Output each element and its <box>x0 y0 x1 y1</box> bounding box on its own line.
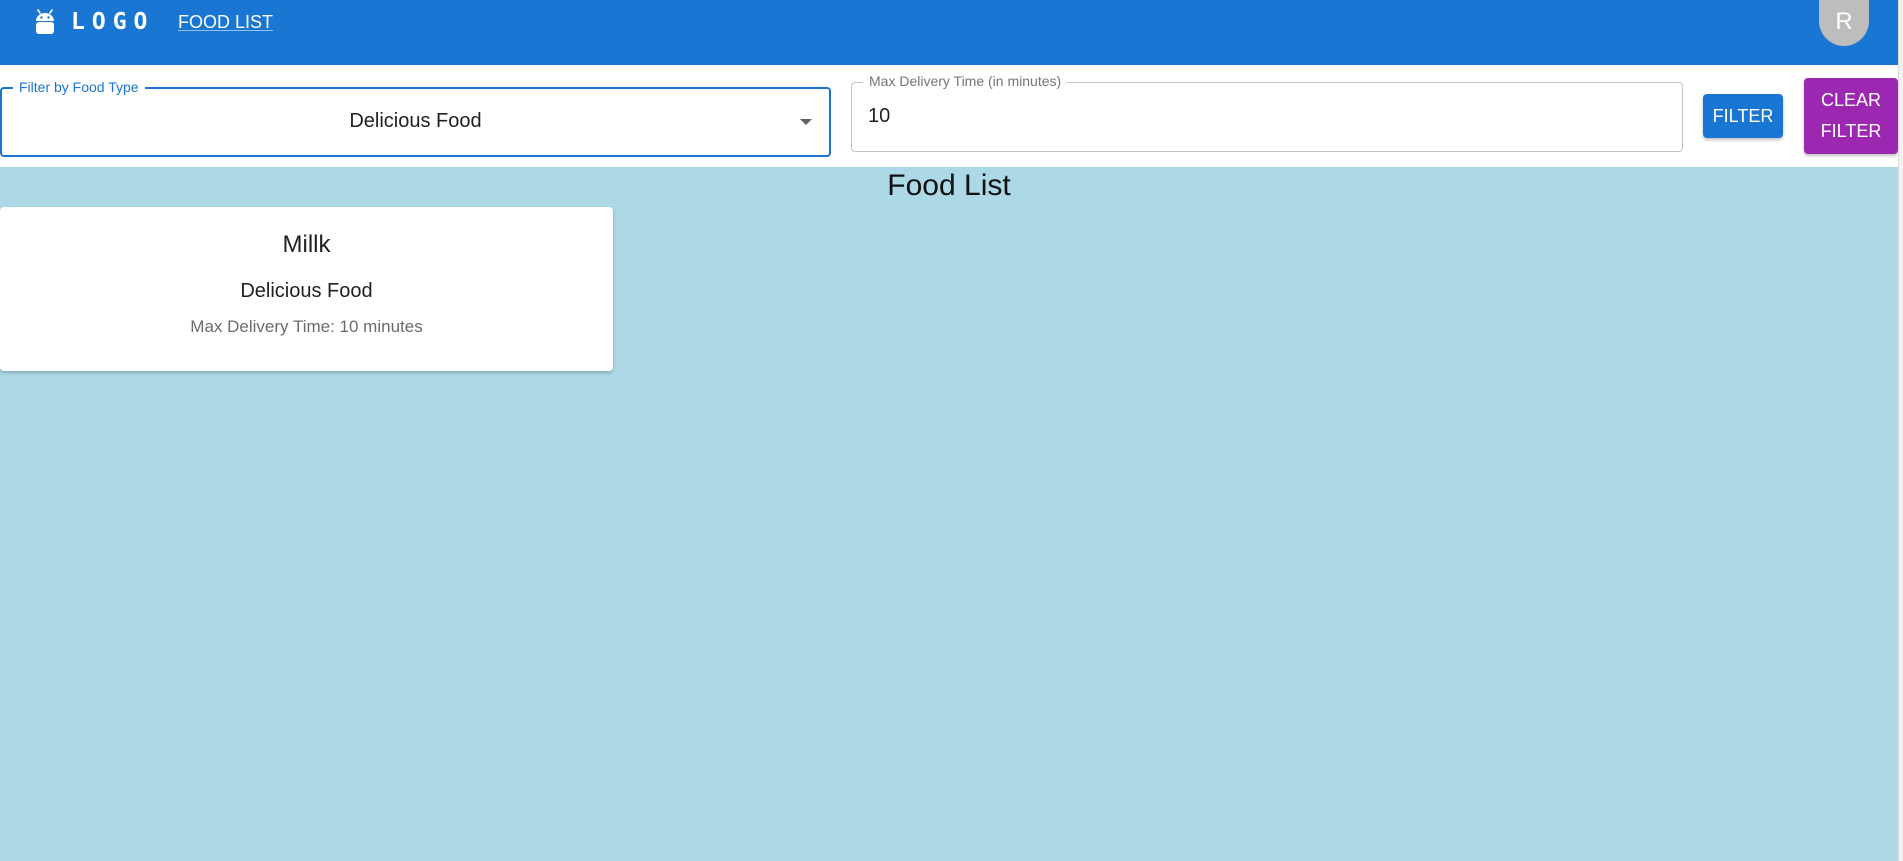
food-card: Millk Delicious Food Max Delivery Time: … <box>0 207 613 371</box>
nav-food-list[interactable]: FOOD LIST <box>178 10 273 34</box>
food-type-select[interactable]: Filter by Food Type Delicious Food <box>0 79 831 157</box>
filter-button[interactable]: FILTER <box>1703 94 1783 138</box>
filter-bar: Filter by Food Type Delicious Food Max D… <box>0 65 1898 167</box>
food-delivery-time: Max Delivery Time: 10 minutes <box>190 317 423 336</box>
dropdown-arrow-icon[interactable] <box>800 119 812 125</box>
clear-filter-label-line1: CLEAR <box>1820 90 1882 110</box>
food-type: Delicious Food <box>240 280 373 302</box>
app-bar: LOGO FOOD LIST R <box>0 0 1898 65</box>
logo-text[interactable]: LOGO <box>71 9 154 35</box>
avatar[interactable]: R <box>1819 0 1869 46</box>
food-type-label: Filter by Food Type <box>13 79 145 95</box>
max-delivery-input[interactable] <box>868 101 1648 131</box>
page-title: Food List <box>887 169 1011 202</box>
android-icon <box>36 9 54 34</box>
max-delivery-label: Max Delivery Time (in minutes) <box>863 73 1068 89</box>
clear-filter-button[interactable]: CLEAR FILTER <box>1804 78 1898 154</box>
max-delivery-field[interactable]: Max Delivery Time (in minutes) <box>851 73 1683 152</box>
food-name: Millk <box>282 231 331 258</box>
clear-filter-label-line2: FILTER <box>1820 121 1882 141</box>
page-scrollbar[interactable] <box>1898 0 1903 861</box>
food-type-value[interactable]: Delicious Food <box>2 109 793 133</box>
